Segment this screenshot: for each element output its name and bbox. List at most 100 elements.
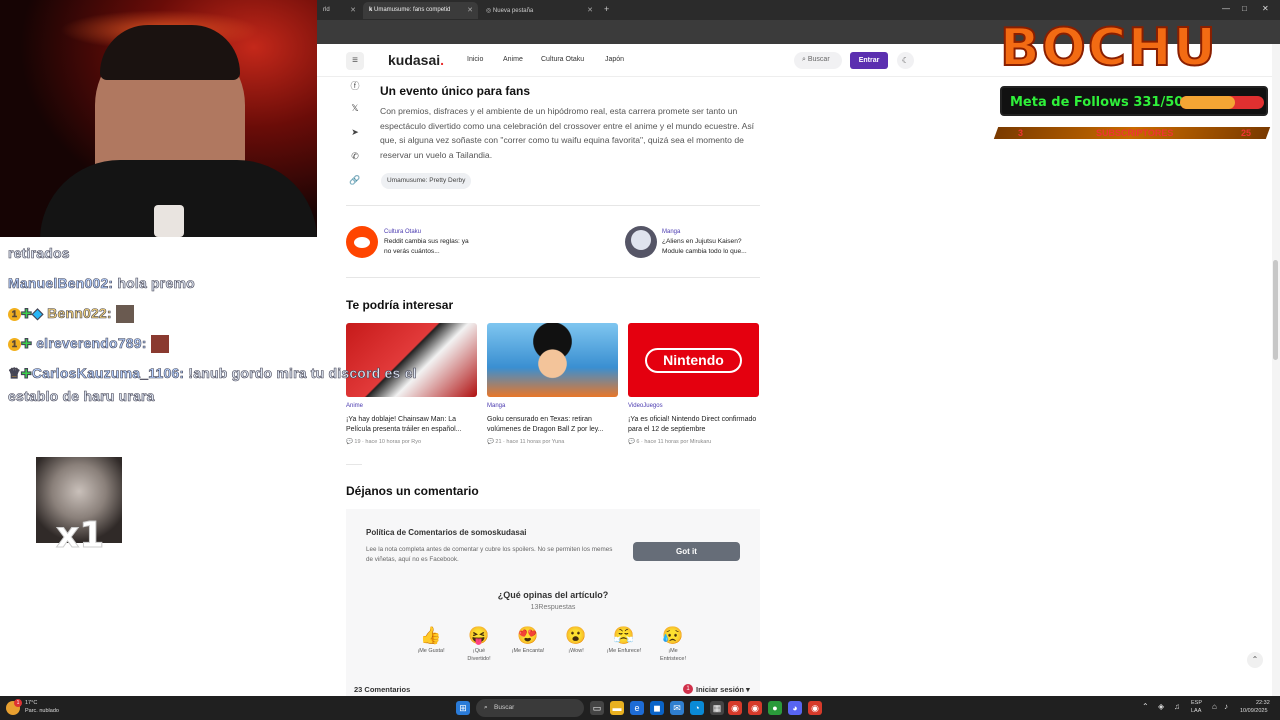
- file-explorer-icon[interactable]: ▬: [610, 701, 624, 715]
- reaction-wow[interactable]: 😮 ¡Wow!: [558, 625, 594, 655]
- task-view-icon[interactable]: ▭: [590, 701, 604, 715]
- article-subheading: Un evento único para fans: [380, 84, 531, 98]
- reaction-like[interactable]: 👍 ¡Me Gusta!: [413, 625, 449, 655]
- edge-browser-icon[interactable]: ◔: [690, 701, 704, 715]
- divider: [346, 205, 760, 206]
- minimize-icon[interactable]: —: [1222, 4, 1230, 13]
- nav-cultura-otaku[interactable]: Cultura Otaku: [541, 56, 584, 63]
- card-thumbnail[interactable]: Nintendo: [628, 323, 759, 397]
- close-icon[interactable]: ✕: [350, 6, 356, 14]
- weather-temp: 17°C: [25, 700, 38, 706]
- plus-icon: ✚: [21, 306, 33, 322]
- menu-icon[interactable]: ≡: [346, 52, 364, 70]
- chat-message: ♛✚CarlosKauzuma_1106: !anub gordo mira t…: [8, 365, 417, 382]
- taskbar-search[interactable]: ⌕ Buscar: [476, 699, 584, 717]
- close-icon[interactable]: ✕: [467, 6, 473, 14]
- article-card[interactable]: Manga Goku censurado en Texas: retiran v…: [487, 323, 618, 445]
- scrollbar[interactable]: [1272, 44, 1280, 696]
- website: ≡ kudasai. Inicio Anime Cultura Otaku Ja…: [317, 44, 1280, 696]
- link-icon[interactable]: 🔗: [348, 175, 362, 189]
- store-icon[interactable]: ◼: [650, 701, 664, 715]
- article-card[interactable]: Anime ¡Ya hay doblaje! Chainsaw Man: La …: [346, 323, 477, 445]
- volume-icon[interactable]: ♪: [1224, 703, 1228, 711]
- card-title[interactable]: ¡Ya hay doblaje! Chainsaw Man: La Pelícu…: [346, 415, 477, 435]
- site-logo[interactable]: kudasai.: [388, 52, 444, 68]
- x-icon[interactable]: 𝕏: [348, 103, 362, 117]
- nav-anime[interactable]: Anime: [503, 56, 523, 63]
- microphone: [154, 205, 184, 237]
- theme-toggle-icon[interactable]: ☾: [897, 52, 914, 69]
- article-card[interactable]: Nintendo VideoJuegos ¡Ya es oficial! Nin…: [628, 323, 759, 445]
- whatsapp-icon[interactable]: ✆: [348, 151, 362, 165]
- divider: [346, 464, 362, 465]
- love-icon: 😍: [517, 626, 539, 645]
- related-post-prev[interactable]: Cultura Otaku Reddit cambia sus reglas: …: [384, 227, 494, 257]
- card-thumbnail[interactable]: [346, 323, 477, 397]
- like-icon: 👍: [420, 626, 442, 645]
- reaction-angry[interactable]: 😤 ¡Me Enfurece!: [606, 625, 642, 655]
- mail-icon[interactable]: ✉: [670, 701, 684, 715]
- tray-app-icon[interactable]: ◈: [1158, 703, 1164, 711]
- new-tab-button[interactable]: +: [604, 4, 609, 14]
- search-button[interactable]: ⌕ Buscar: [794, 52, 842, 69]
- search-icon: ⌕: [484, 704, 488, 711]
- photos-icon[interactable]: ▦: [710, 701, 724, 715]
- scrollbar-thumb[interactable]: [1273, 260, 1278, 360]
- close-window-icon[interactable]: ✕: [1262, 4, 1269, 13]
- goal-text: Meta de Follows 331/500: [1010, 95, 1193, 110]
- obs-icon[interactable]: ●: [768, 701, 782, 715]
- reaction-question: ¿Qué opinas del artículo?: [497, 590, 609, 600]
- login-link[interactable]: Iniciar sesión ▾: [696, 685, 750, 694]
- nav-inicio[interactable]: Inicio: [467, 56, 483, 63]
- chrome-window-icon[interactable]: ◉: [808, 701, 822, 715]
- mic-icon[interactable]: ♫: [1174, 703, 1180, 711]
- angry-icon: 😤: [613, 626, 635, 645]
- close-icon[interactable]: ✕: [587, 6, 593, 14]
- follow-goal: Meta de Follows 331/500: [1000, 86, 1268, 116]
- tab-label: Nueva pestaña: [492, 8, 534, 14]
- nav-japon[interactable]: Japón: [605, 56, 624, 63]
- nintendo-logo: Nintendo: [645, 348, 742, 373]
- card-category[interactable]: Manga: [487, 403, 618, 409]
- login-button[interactable]: Entrar: [850, 52, 888, 69]
- network-icon[interactable]: ⌂: [1212, 703, 1217, 711]
- reaction-love[interactable]: 😍 ¡Me Encanta!: [510, 625, 546, 655]
- cube-icon: ◆: [32, 305, 44, 322]
- card-title[interactable]: Goku censurado en Texas: retiran volúmen…: [487, 415, 618, 435]
- browser-tab-active[interactable]: k Umamusume: fans competid ✕: [363, 2, 478, 19]
- chat-message: ManuelBen002: hola premo: [8, 275, 195, 292]
- related-post-next[interactable]: Manga ¿Aliens en Jujutsu Kaisen? Module …: [662, 227, 772, 257]
- chrome-icon[interactable]: ◉: [728, 701, 742, 715]
- scroll-top-button[interactable]: ⌃: [1247, 652, 1263, 668]
- facebook-icon[interactable]: ⓕ: [348, 79, 362, 93]
- windows-start-icon[interactable]: ⊞: [456, 701, 470, 715]
- browser-tab[interactable]: ◎ Nueva pestaña ✕: [480, 2, 598, 19]
- comments-widget: Política de Comentarios de somoskudasai …: [346, 509, 760, 696]
- card-thumbnail[interactable]: [487, 323, 618, 397]
- language-layout[interactable]: LAA: [1191, 708, 1201, 715]
- discord-icon[interactable]: ◕: [788, 701, 802, 715]
- logo-dot: .: [440, 52, 445, 68]
- clock-time[interactable]: 22:32: [1256, 700, 1270, 707]
- jujutsu-thumbnail[interactable]: [625, 226, 657, 258]
- card-meta: 💬 21 · hace 11 horas por Yuna: [487, 439, 565, 445]
- telegram-icon[interactable]: ➤: [348, 127, 362, 141]
- browser-tab[interactable]: rld ✕: [317, 2, 361, 19]
- subs-count: 3: [1018, 128, 1024, 138]
- card-title[interactable]: ¡Ya es oficial! Nintendo Direct confirma…: [628, 415, 759, 435]
- taskbar: 1 17°C Parc. nublado ⊞ ⌕ Buscar ▭ ▬ e ◼ …: [0, 696, 1280, 720]
- card-category[interactable]: Anime: [346, 403, 477, 409]
- got-it-button[interactable]: Got it: [633, 542, 740, 561]
- card-category[interactable]: VideoJuegos: [628, 403, 759, 409]
- chrome-profile-icon[interactable]: ◉: [748, 701, 762, 715]
- reaction-sad[interactable]: 😥 ¡Me Entristece!: [655, 625, 691, 663]
- edge-icon[interactable]: e: [630, 701, 644, 715]
- chat-message: 1 ✚◆ Benn022:: [8, 305, 134, 324]
- tray-chevron-icon[interactable]: ⌃: [1142, 703, 1149, 711]
- clock-date[interactable]: 10/09/2025: [1240, 708, 1268, 715]
- article-tag[interactable]: Umamusume: Pretty Derby: [381, 173, 472, 189]
- reddit-thumbnail[interactable]: [346, 226, 378, 258]
- language-code[interactable]: ESP: [1191, 700, 1202, 707]
- reaction-funny[interactable]: 😝 ¡Qué Divertido!: [461, 625, 497, 663]
- maximize-icon[interactable]: □: [1242, 4, 1247, 13]
